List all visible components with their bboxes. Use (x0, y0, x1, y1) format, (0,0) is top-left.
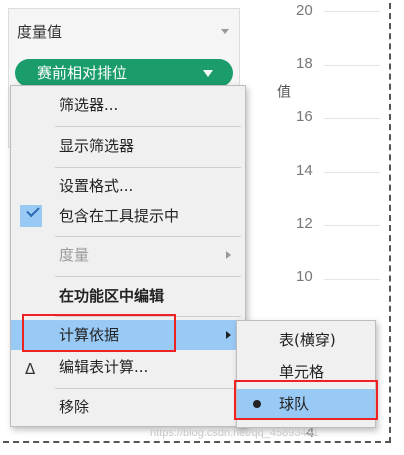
menu-item-measure[interactable]: 度量 (11, 240, 245, 270)
context-menu: 筛选器... 显示筛选器 设置格式... 包含在工具提示中 度量 在功能区中编辑… (10, 85, 246, 427)
gridline (324, 172, 380, 173)
menu-separator (55, 276, 241, 277)
shelf-title: 度量值 (17, 23, 63, 41)
menu-item-label: 筛选器... (59, 96, 119, 114)
y-tick-label: 14 (296, 162, 313, 179)
measure-pill[interactable]: 赛前相对排位 (15, 59, 233, 87)
menu-item-label: 在功能区中编辑 (59, 287, 165, 305)
menu-item-label: 编辑表计算... (59, 358, 149, 376)
y-axis-title: 值 (275, 84, 291, 98)
chevron-right-icon (226, 251, 231, 259)
menu-item-edit-table-calc[interactable]: Δ 编辑表计算... (11, 352, 245, 382)
menu-item-remove[interactable]: 移除 (11, 392, 245, 422)
gridline (324, 225, 380, 226)
menu-separator (55, 236, 241, 237)
menu-separator (55, 126, 241, 127)
gridline (324, 118, 380, 119)
submenu-item-label: 单元格 (279, 363, 325, 381)
menu-item-include-tooltip[interactable]: 包含在工具提示中 (11, 201, 245, 231)
chevron-right-icon (226, 331, 231, 339)
menu-item-label: 移除 (59, 398, 90, 416)
y-tick-label: 20 (296, 2, 313, 19)
y-tick-label: 10 (296, 268, 313, 285)
gridline (324, 65, 380, 66)
annotation-box (234, 380, 378, 420)
annotation-box (22, 314, 176, 352)
menu-separator (55, 167, 241, 168)
gridline (324, 11, 380, 12)
menu-item-format[interactable]: 设置格式... (11, 171, 245, 201)
y-tick-label: 12 (296, 215, 313, 232)
menu-separator (55, 388, 241, 389)
menu-item-label: 设置格式... (59, 177, 134, 195)
y-tick-label: 18 (296, 55, 313, 72)
menu-item-filter[interactable]: 筛选器... (11, 90, 245, 120)
menu-item-edit-in-shelf[interactable]: 在功能区中编辑 (11, 281, 245, 311)
submenu-item-label: 表(横穿) (279, 331, 336, 349)
menu-item-label: 度量 (59, 246, 90, 264)
menu-item-label: 包含在工具提示中 (59, 207, 180, 225)
chevron-down-icon[interactable] (221, 29, 229, 34)
menu-item-label: 显示筛选器 (59, 137, 135, 155)
pill-label: 赛前相对排位 (37, 64, 128, 82)
watermark: https://blog.csdn.net/qq_45893451 (150, 427, 319, 439)
submenu-item-table-across[interactable]: 表(横穿) (237, 325, 375, 355)
delta-icon: Δ (25, 360, 36, 378)
y-tick-label: 16 (296, 108, 313, 125)
gridline (324, 279, 380, 280)
menu-item-show-filter[interactable]: 显示筛选器 (11, 131, 245, 161)
caret-down-icon[interactable] (203, 70, 213, 77)
